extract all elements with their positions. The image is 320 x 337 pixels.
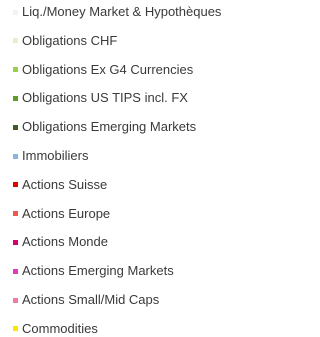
- legend-label: Obligations Emerging Markets: [22, 119, 197, 135]
- legend-item: Actions Europe: [13, 206, 110, 222]
- legend-item: Obligations US TIPS incl. FX: [13, 90, 188, 106]
- legend-label: Actions Small/Mid Caps: [22, 292, 160, 307]
- legend-item: Obligations CHF: [13, 33, 117, 49]
- legend-swatch-icon: [13, 9, 18, 15]
- legend-item: Actions Emerging Markets: [13, 263, 174, 279]
- legend-swatch-icon: [13, 297, 18, 303]
- legend-label: Immobiliers: [22, 148, 89, 163]
- legend-swatch-icon: [13, 239, 18, 245]
- legend-swatch-icon: [13, 38, 18, 44]
- legend-swatch-icon: [13, 95, 18, 101]
- legend-swatch-icon: [13, 268, 18, 274]
- legend-label: Actions Monde: [22, 234, 108, 250]
- legend-label: Actions Emerging Markets: [22, 263, 174, 279]
- legend-label: Obligations US TIPS incl. FX: [22, 90, 188, 106]
- legend-item: Immobiliers: [13, 148, 88, 164]
- legend-swatch-icon: [13, 124, 18, 130]
- legend-item: Liq./Money Market & Hypothèques: [13, 4, 221, 20]
- legend-item: Obligations Emerging Markets: [13, 119, 196, 135]
- legend-swatch-icon: [13, 326, 18, 332]
- legend-label: Actions Europe: [22, 205, 111, 221]
- legend-swatch-icon: [13, 153, 18, 159]
- chart-legend: Liq./Money Market & Hypothèques Obligatio…: [0, 0, 260, 337]
- legend-item: Commodities: [13, 321, 98, 337]
- legend-item: Actions Small/Mid Caps: [13, 292, 159, 308]
- legend-swatch-icon: [13, 67, 18, 73]
- legend-label: Actions Suisse: [22, 176, 108, 192]
- legend-swatch-icon: [13, 182, 18, 188]
- legend-swatch-icon: [13, 211, 18, 217]
- legend-label: Obligations CHF: [22, 32, 118, 48]
- legend-item: Obligations Ex G4 Currencies: [13, 62, 193, 78]
- legend-label: Liq./Money Market & Hypothèques: [22, 4, 222, 19]
- legend-label: Commodities: [22, 320, 98, 336]
- legend-item: Actions Suisse: [13, 177, 107, 193]
- legend-item: Actions Monde: [13, 234, 108, 250]
- legend-label: Obligations Ex G4 Currencies: [22, 61, 194, 77]
